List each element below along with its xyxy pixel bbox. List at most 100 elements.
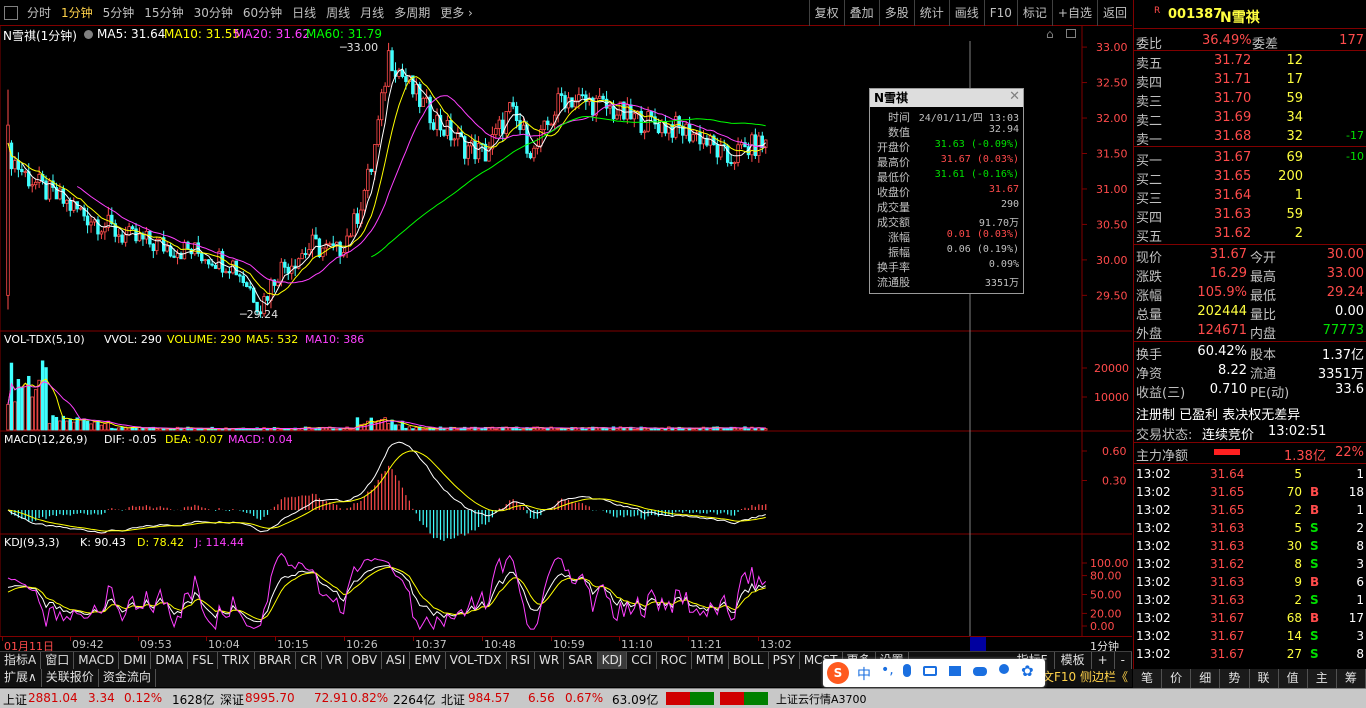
tick-price: 31.67: [1210, 647, 1245, 661]
skin-icon[interactable]: [949, 666, 961, 676]
timeframe-tab-3[interactable]: 15分钟: [139, 4, 188, 21]
data-window-key: 最低价: [877, 171, 910, 184]
bid-label: 买四: [1136, 211, 1163, 226]
timeframe-tab-7[interactable]: 周线: [321, 4, 355, 21]
ask-row: 卖二 31.69 34: [1134, 109, 1366, 129]
tick-side: S: [1310, 557, 1319, 571]
tool-button-8[interactable]: 返回: [1096, 0, 1132, 26]
price-tick-2: 32.00: [1096, 112, 1128, 125]
indicator-tab-20[interactable]: MTM: [692, 652, 729, 669]
sogou-logo-icon[interactable]: S: [827, 662, 849, 684]
indicator-right-2[interactable]: +: [1092, 652, 1115, 669]
sub-tab-0[interactable]: 扩展∧: [0, 669, 42, 687]
right-tab-5[interactable]: 值: [1279, 669, 1308, 688]
right-tab-4[interactable]: 联: [1250, 669, 1279, 688]
indicator-tab-22[interactable]: PSY: [769, 652, 800, 669]
indicator-tab-2[interactable]: MACD: [74, 652, 120, 669]
market-breadth-icon-2[interactable]: [720, 692, 768, 705]
tool-button-3[interactable]: 统计: [913, 0, 949, 26]
bid-qty: 1: [1294, 188, 1303, 203]
server-label[interactable]: 上证云行情A3700: [776, 691, 867, 707]
indicator-tab-6[interactable]: TRIX: [218, 652, 255, 669]
volume-bar: [421, 428, 425, 431]
indicator-tab-12[interactable]: EMV: [410, 652, 446, 669]
vol-volume: VOLUME: 290: [167, 333, 241, 346]
ime-lang-label[interactable]: 中: [857, 664, 871, 684]
right-tab-3[interactable]: 势: [1220, 669, 1250, 688]
indicator-tab-16[interactable]: SAR: [564, 652, 598, 669]
timeframe-tab-5[interactable]: 60分钟: [238, 4, 287, 21]
sz-pct: 0.82%: [350, 691, 389, 705]
indicator-tab-11[interactable]: ASI: [382, 652, 411, 669]
timeframe-tab-2[interactable]: 5分钟: [98, 4, 140, 21]
indicator-right-1[interactable]: 模板: [1055, 652, 1092, 669]
timeframe-tab-0[interactable]: 分时: [22, 4, 56, 21]
indicator-tab-13[interactable]: VOL-TDX: [446, 652, 507, 669]
data-window[interactable]: N雪祺 ✕ 时间 24/01/11/四 13:03 数值 32.94 开盘价 31.63 …: [869, 88, 1024, 294]
indicator-tab-21[interactable]: BOLL: [729, 652, 769, 669]
side-toggle[interactable]: 文F10 侧边栏《: [1038, 669, 1132, 686]
tick-count: 8: [1356, 539, 1364, 553]
right-tab-1[interactable]: 价: [1162, 669, 1192, 688]
timeframe-tab-1[interactable]: 1分钟: [56, 4, 98, 21]
indicator-tab-1[interactable]: 窗口: [41, 652, 75, 669]
volume-bar: [494, 428, 498, 431]
quote-label2: 内盘: [1250, 327, 1277, 342]
indicator-tab-19[interactable]: ROC: [657, 652, 692, 669]
tool-button-1[interactable]: 叠加: [843, 0, 879, 26]
right-tab-7[interactable]: 筹: [1337, 669, 1366, 688]
timeframe-tab-4[interactable]: 30分钟: [189, 4, 238, 21]
market-breadth-icon[interactable]: [666, 692, 714, 705]
candle-body: [151, 243, 156, 252]
timeframe-tab-10[interactable]: 更多 ›: [435, 4, 478, 21]
indicator-tab-15[interactable]: WR: [535, 652, 565, 669]
indicator-tab-7[interactable]: BRAR: [255, 652, 297, 669]
indicator-tab-17[interactable]: KDJ: [597, 652, 628, 669]
indicator-tab-4[interactable]: DMA: [151, 652, 189, 669]
tool-button-5[interactable]: F10: [983, 0, 1017, 26]
indicator-tab-0[interactable]: 指标A: [0, 652, 42, 669]
bz-value: 984.57: [468, 691, 510, 705]
sh-amount: 1628亿: [172, 693, 215, 707]
right-tab-6[interactable]: 主: [1308, 669, 1337, 688]
timeframe-tab-6[interactable]: 日线: [287, 4, 321, 21]
sub-tab-1[interactable]: 关联报价: [42, 669, 99, 687]
quote-row: 涨跌 16.29 最高 33.00: [1134, 265, 1366, 285]
kdj-j-line: [7, 552, 767, 631]
indicator-tab-9[interactable]: VR: [322, 652, 348, 669]
quote-label2: 最低: [1250, 289, 1277, 304]
mic-icon[interactable]: [903, 664, 911, 677]
right-tab-0[interactable]: 笔: [1133, 669, 1163, 688]
price-tick-1: 32.50: [1096, 77, 1128, 90]
tick-qty: 2: [1294, 503, 1302, 517]
right-tab-2[interactable]: 细: [1191, 669, 1221, 688]
punct-icon[interactable]: •,: [881, 662, 894, 678]
timeframe-tab-9[interactable]: 多周期: [389, 4, 435, 21]
tool-button-0[interactable]: 复权: [808, 0, 844, 26]
indicator-tab-8[interactable]: CR: [296, 652, 322, 669]
tool-button-7[interactable]: +自选: [1051, 0, 1097, 26]
timeframe-tab-8[interactable]: 月线: [355, 4, 389, 21]
gear-icon[interactable]: ✿: [1021, 662, 1034, 680]
tool-button-6[interactable]: 标记: [1016, 0, 1052, 26]
user-icon[interactable]: [999, 664, 1009, 674]
candle-body: [279, 261, 284, 283]
vol-ma5: MA5: 532: [246, 333, 298, 346]
menu-icon[interactable]: [4, 5, 18, 20]
close-icon[interactable]: ✕: [1009, 89, 1020, 104]
quote-label2: 量比: [1250, 308, 1277, 323]
indicator-tab-10[interactable]: OBV: [348, 652, 383, 669]
keyboard-icon[interactable]: [923, 666, 937, 676]
quote-row: 外盘 124671 内盘 77773: [1134, 322, 1366, 342]
indicator-tab-14[interactable]: RSI: [507, 652, 536, 669]
tool-button-4[interactable]: 画线: [948, 0, 984, 26]
indicator-right-3[interactable]: -: [1115, 652, 1132, 669]
indicator-tab-3[interactable]: DMI: [119, 652, 152, 669]
tool-button-2[interactable]: 多股: [878, 0, 914, 26]
volume-bar: [604, 428, 609, 431]
indicator-tab-18[interactable]: CCI: [627, 652, 657, 669]
game-icon[interactable]: [973, 667, 987, 676]
sub-tab-2[interactable]: 资金流向: [99, 669, 156, 687]
indicator-tab-5[interactable]: FSL: [188, 652, 219, 669]
ime-toolbar[interactable]: S 中 •, ✿: [823, 659, 1045, 687]
